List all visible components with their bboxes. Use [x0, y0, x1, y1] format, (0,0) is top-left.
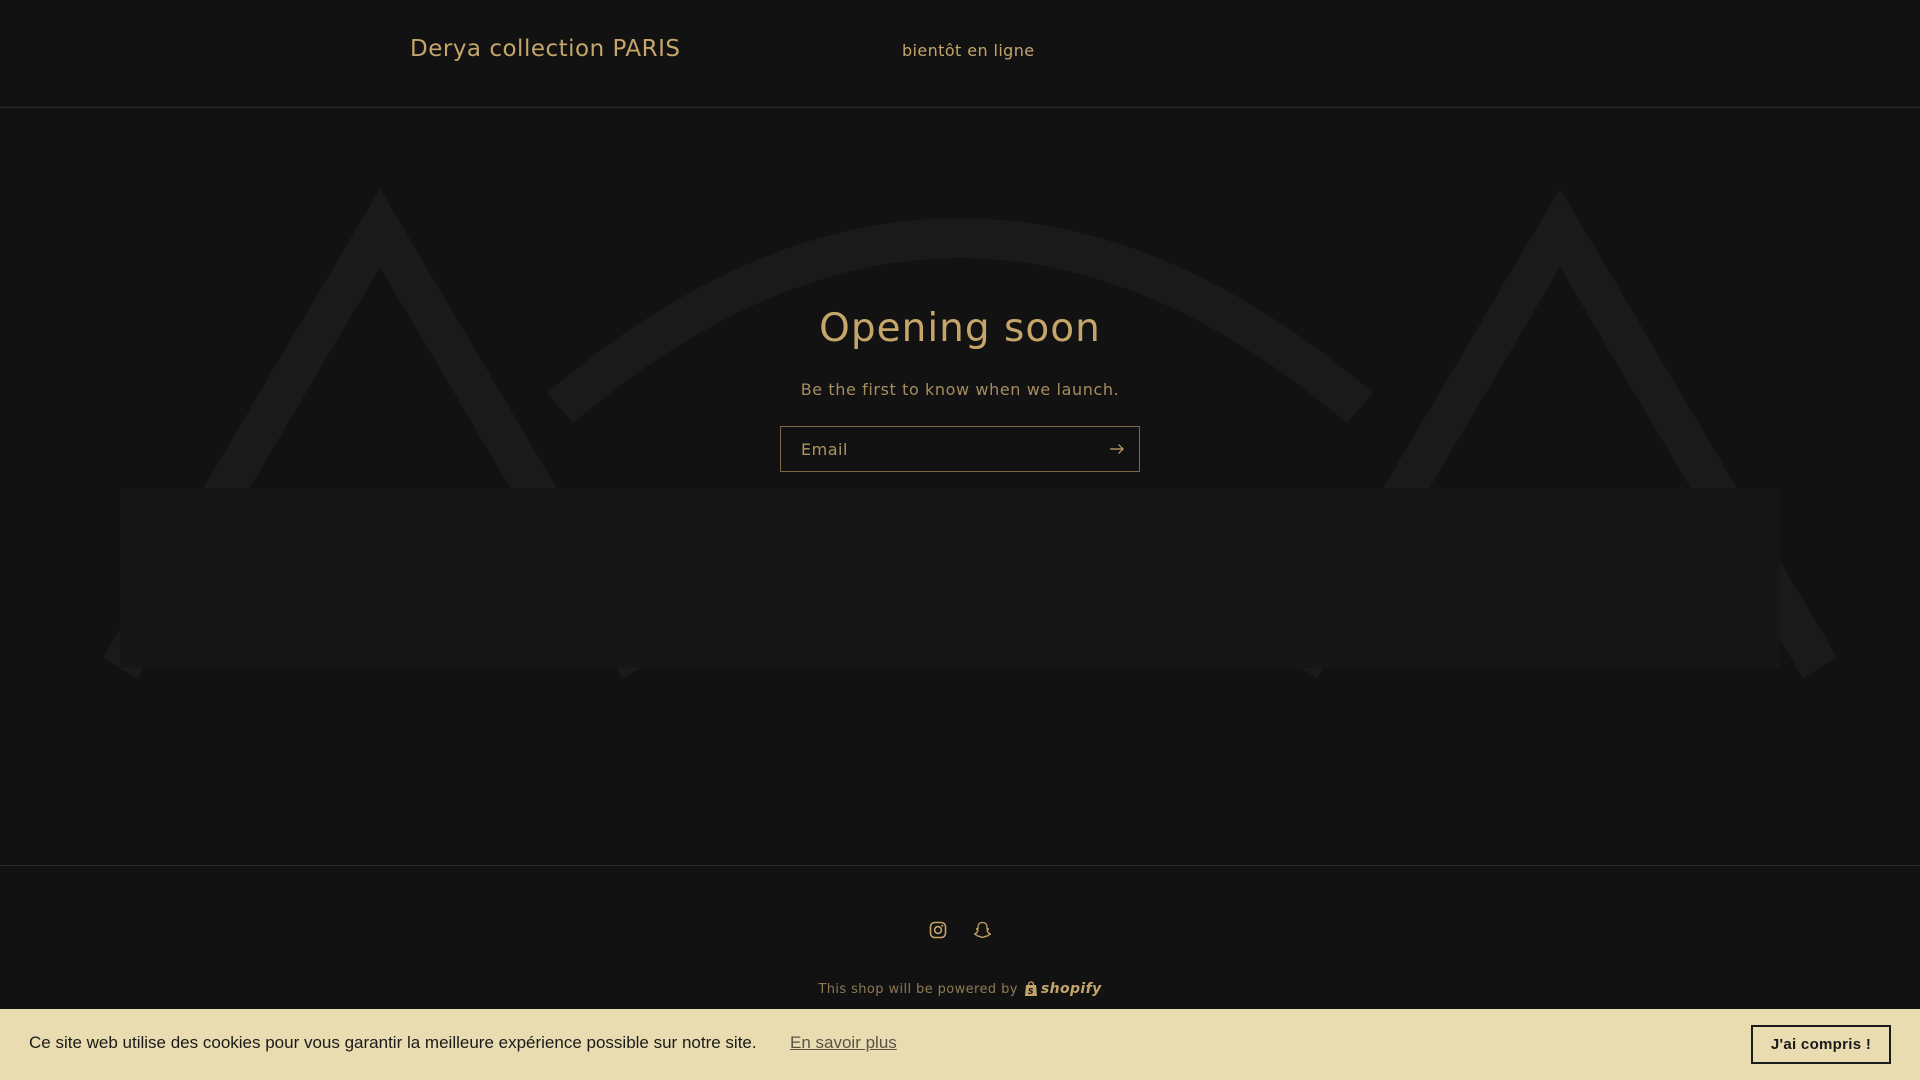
cookie-message: Ce site web utilise des cookies pour vou…	[29, 1033, 757, 1052]
instagram-icon	[929, 921, 947, 939]
hero-title: Opening soon	[819, 306, 1101, 351]
shopify-link[interactable]: S shopify	[1024, 981, 1102, 997]
nav-link-coming-soon[interactable]: bientôt en ligne	[902, 41, 1035, 60]
site-header: Derya collection PARIS bientôt en ligne	[0, 0, 1920, 108]
email-input[interactable]	[781, 427, 1091, 471]
cookie-banner: Ce site web utilise des cookies pour vou…	[0, 1009, 1920, 1080]
shopify-wordmark: shopify	[1040, 981, 1102, 997]
shopify-bag-icon: S	[1024, 981, 1038, 997]
submit-button[interactable]	[1095, 427, 1139, 471]
hero-subtitle: Be the first to know when we launch.	[800, 380, 1120, 399]
newsletter-form	[780, 426, 1140, 472]
powered-by: This shop will be powered by S shopify	[0, 981, 1920, 997]
brand-logo[interactable]: Derya collection PARIS	[410, 36, 681, 62]
page: Derya collection PARIS bientôt en ligne …	[0, 0, 1920, 1080]
instagram-link[interactable]	[924, 916, 952, 944]
learn-more-link[interactable]: En savoir plus	[790, 1033, 897, 1053]
hero-section: Opening soon Be the first to know when w…	[0, 108, 1920, 865]
accept-cookies-button[interactable]: J'ai compris !	[1751, 1025, 1891, 1064]
snapchat-link[interactable]	[968, 916, 996, 944]
powered-by-text: This shop will be powered by	[818, 981, 1018, 997]
snapchat-icon	[973, 921, 992, 939]
arrow-right-icon	[1109, 443, 1125, 455]
svg-text:S: S	[1028, 987, 1034, 996]
